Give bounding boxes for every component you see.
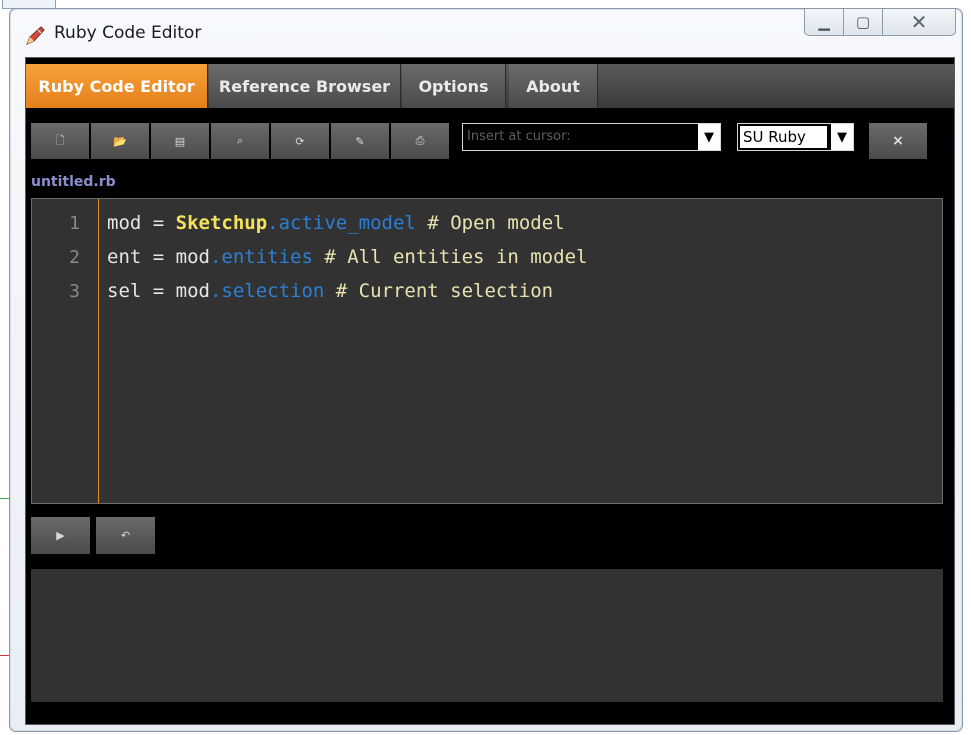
reload-button[interactable]: ⟳	[271, 123, 329, 159]
title-bar[interactable]: Ruby Code Editor ▁ ▢ ✕	[10, 9, 962, 57]
tab-bar: Ruby Code Editor Reference Browser Optio…	[26, 64, 954, 108]
tab-reference-browser[interactable]: Reference Browser	[209, 64, 401, 108]
search-button[interactable]: ⌕	[211, 123, 269, 159]
print-button[interactable]: ⎙	[391, 123, 449, 159]
code-text: ent = mod	[107, 246, 210, 268]
code-method: .active_model	[267, 212, 416, 234]
line-number: 1	[69, 213, 80, 234]
reload-icon: ⟳	[295, 134, 305, 148]
tab-about[interactable]: About	[509, 64, 598, 108]
window-controls: ▁ ▢ ✕	[804, 9, 956, 36]
tab-options[interactable]: Options	[402, 64, 506, 108]
close-button[interactable]: ✕	[883, 9, 956, 36]
run-bar: ▶ ↶	[31, 517, 155, 554]
code-line: ent = mod.entities # All entities in mod…	[107, 246, 587, 268]
save-button[interactable]: ▤	[151, 123, 209, 159]
insert-at-cursor-placeholder: Insert at cursor:	[467, 129, 571, 144]
line-number: 2	[69, 247, 80, 268]
maximize-button[interactable]: ▢	[844, 9, 883, 36]
run-button[interactable]: ▶	[31, 517, 90, 554]
code-method: .entities	[209, 246, 313, 268]
print-icon: ⎙	[415, 134, 425, 147]
line-number: 3	[69, 281, 80, 302]
code-line: mod = Sketchup.active_model # Open model	[107, 212, 565, 234]
language-select[interactable]: SU Ruby ▼	[737, 123, 854, 151]
code-line: sel = mod.selection # Current selection	[107, 280, 553, 302]
file-name: untitled.rb	[31, 174, 116, 190]
ruby-pencil-icon	[26, 26, 45, 45]
open-folder-icon: 📂	[113, 134, 127, 148]
window-title: Ruby Code Editor	[54, 23, 202, 43]
wrench-icon: ✎	[355, 134, 365, 148]
insert-at-cursor-select[interactable]: Insert at cursor: ▼	[462, 123, 721, 151]
save-icon: ▤	[174, 134, 186, 148]
chevron-down-icon[interactable]: ▼	[831, 124, 853, 150]
code-text: mod =	[107, 212, 176, 234]
open-file-button[interactable]: 📂	[91, 123, 149, 159]
line-number-gutter: 1 2 3	[32, 199, 99, 503]
editor-panel: Ruby Code Editor Reference Browser Optio…	[25, 57, 955, 725]
undo-icon: ↶	[120, 529, 131, 542]
code-text: sel = mod	[107, 280, 210, 302]
tab-ruby-code-editor[interactable]: Ruby Code Editor	[26, 64, 208, 108]
language-value: SU Ruby	[740, 126, 827, 148]
code-method: .selection	[209, 280, 325, 302]
minimize-button[interactable]: ▁	[804, 9, 844, 36]
code-comment: # Open model	[415, 212, 565, 234]
clear-button[interactable]: ×	[869, 123, 927, 159]
search-icon: ⌕	[236, 134, 244, 147]
output-console[interactable]	[31, 569, 943, 702]
toolbar: 🗋 📂 ▤ ⌕ ⟳ ✎ ⎙	[31, 123, 449, 159]
settings-button[interactable]: ✎	[331, 123, 389, 159]
new-file-icon: 🗋	[55, 133, 65, 147]
new-file-button[interactable]: 🗋	[31, 123, 89, 159]
play-icon: ▶	[56, 529, 65, 542]
undo-button[interactable]: ↶	[96, 517, 155, 554]
app-window: Ruby Code Editor ▁ ▢ ✕ Ruby Code Editor …	[9, 8, 963, 732]
code-comment: # Current selection	[324, 280, 554, 302]
code-comment: # All entities in model	[312, 246, 588, 268]
code-editor[interactable]: 1 2 3 mod = Sketchup.active_model # Open…	[31, 198, 943, 504]
chevron-down-icon[interactable]: ▼	[698, 124, 720, 150]
code-keyword: Sketchup	[175, 212, 268, 234]
